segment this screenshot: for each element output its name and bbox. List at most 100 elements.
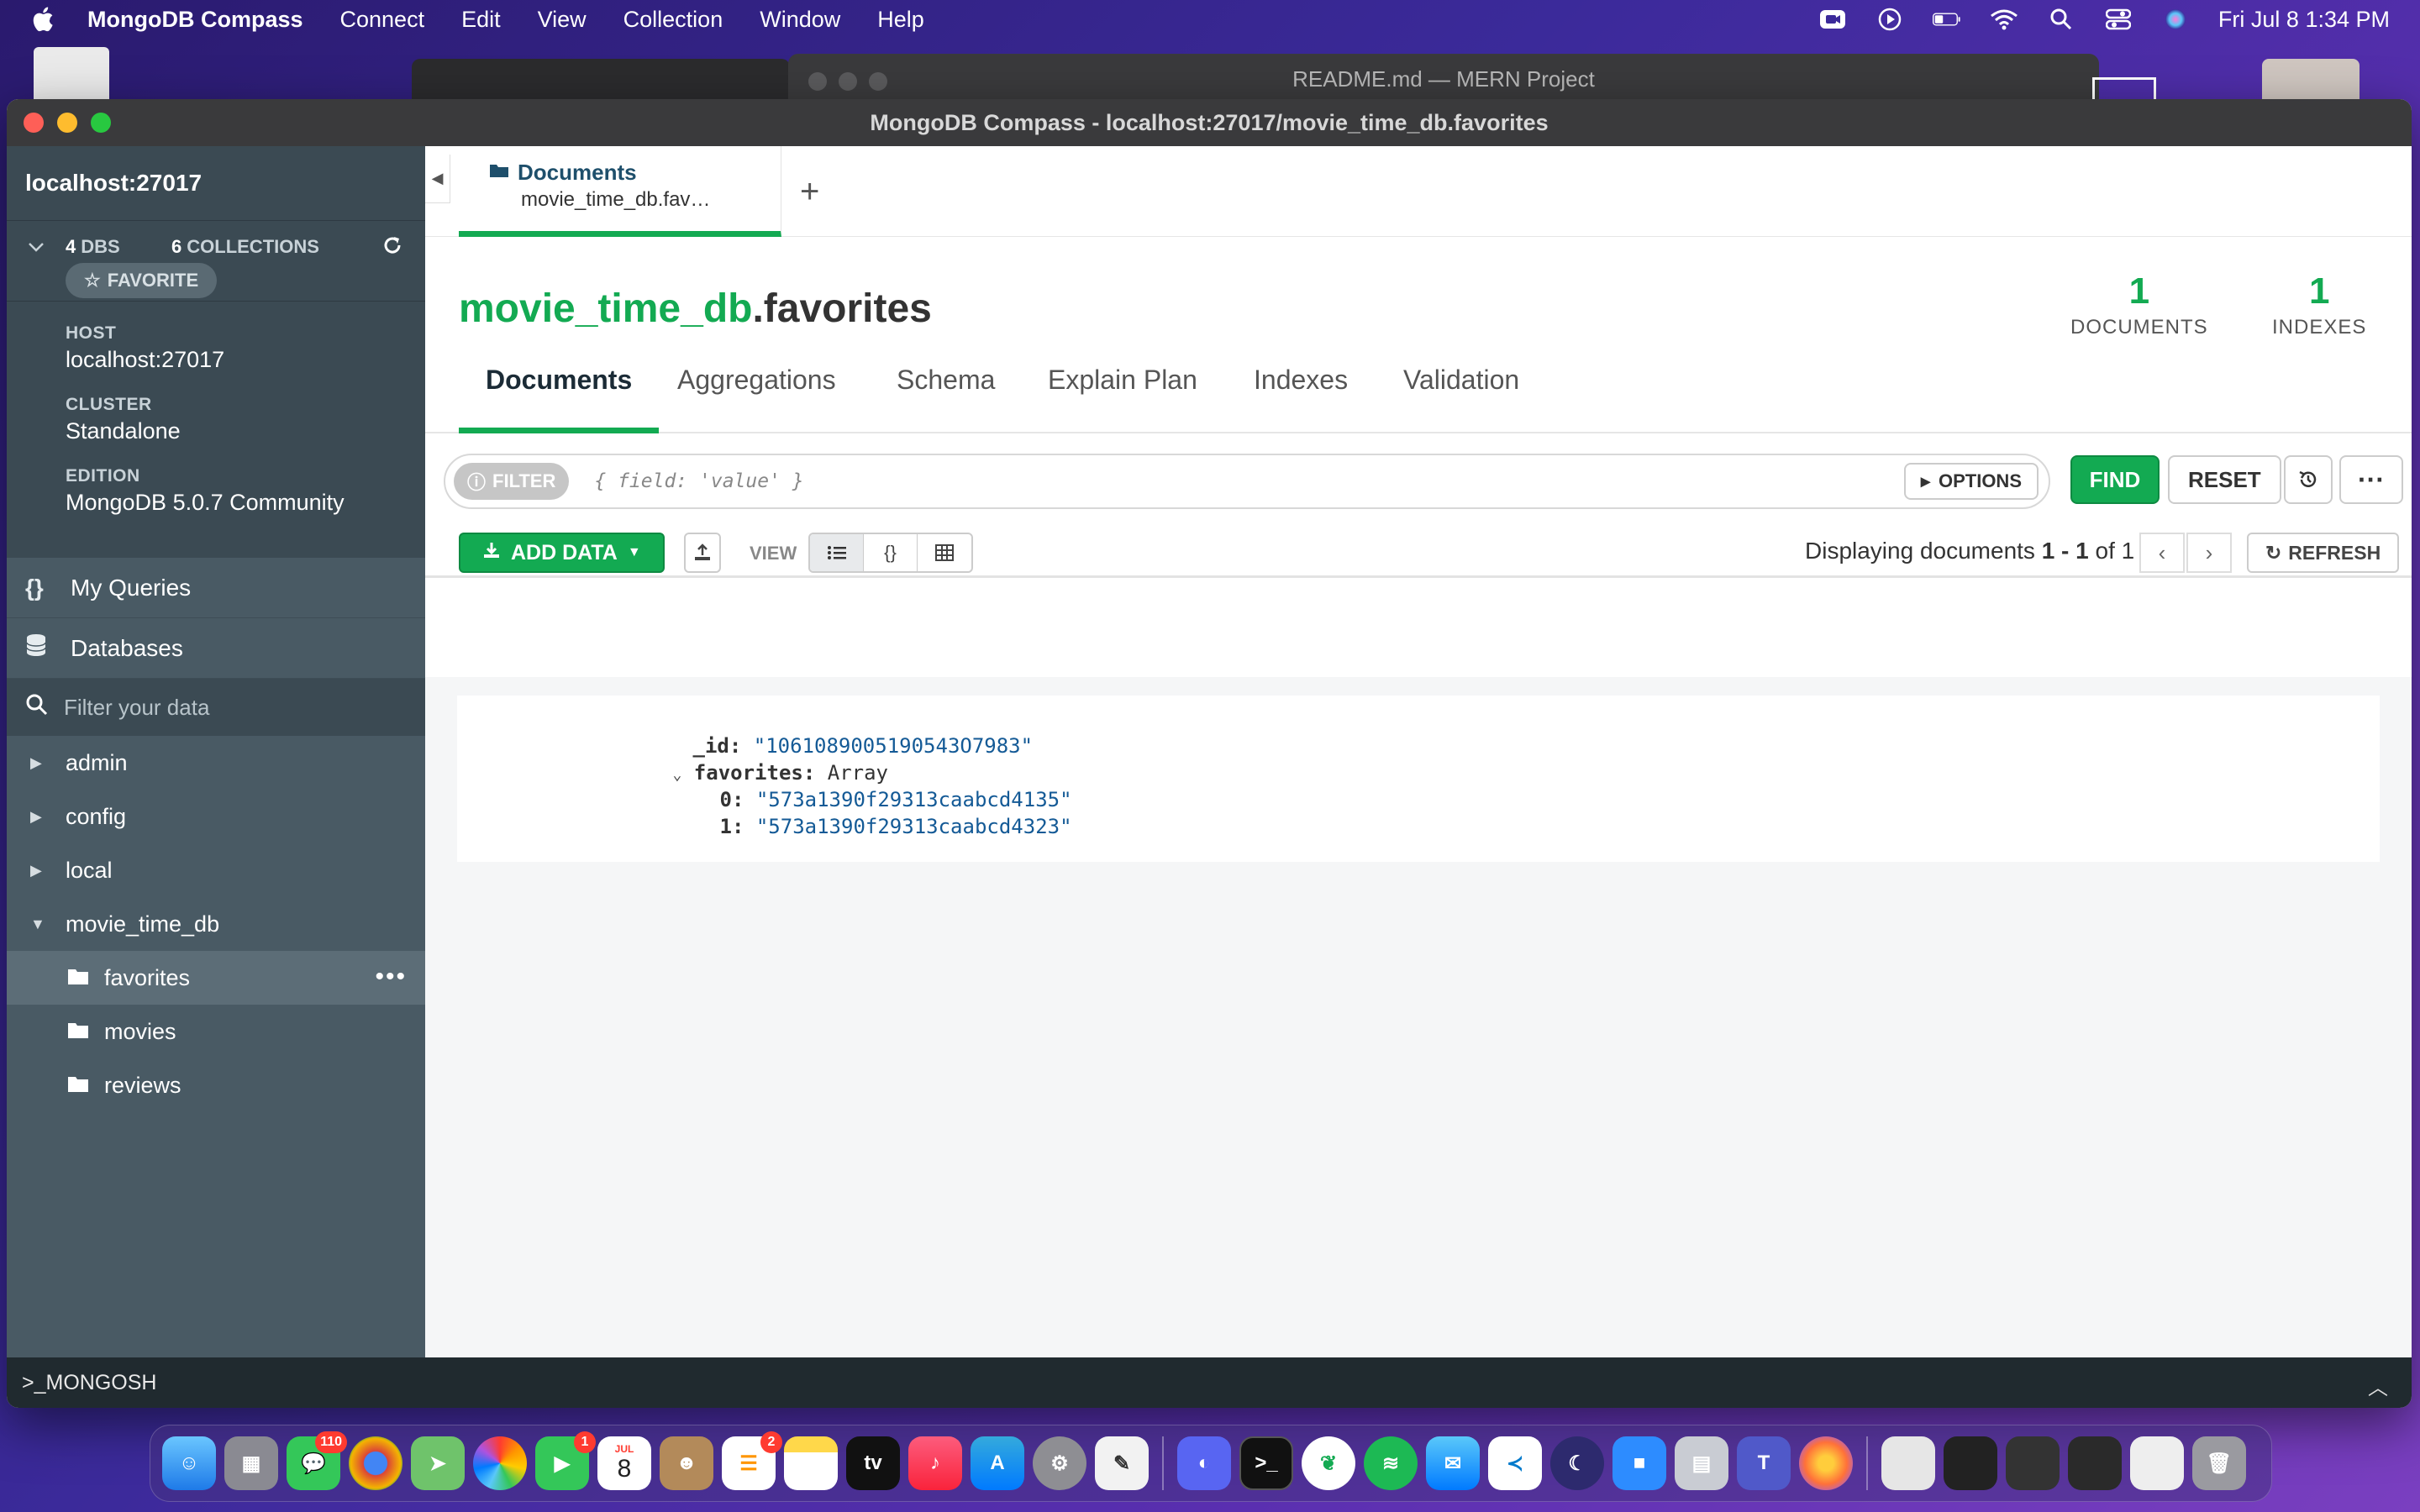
battery-icon[interactable] <box>1932 8 1961 31</box>
menubar-clock[interactable]: Fri Jul 8 1:34 PM <box>2218 7 2390 33</box>
vscode-icon[interactable]: ≺ <box>1488 1436 1542 1490</box>
chevron-down-icon[interactable] <box>27 238 45 261</box>
recent-window-3-icon[interactable] <box>2068 1436 2122 1490</box>
recent-window-1-icon[interactable] <box>1944 1436 1997 1490</box>
terminal-icon[interactable]: >_ <box>1239 1436 1293 1490</box>
finder-icon[interactable]: ☺ <box>162 1436 216 1490</box>
screen-record-icon[interactable] <box>1818 8 1847 31</box>
subtab-aggregations[interactable]: Aggregations <box>650 365 863 433</box>
sidebar-db-movie-time-db[interactable]: ▼ movie_time_db <box>7 897 425 951</box>
sidebar-db-admin[interactable]: ▶ admin <box>7 736 425 790</box>
photos-icon[interactable] <box>473 1436 527 1490</box>
caret-right-icon: ▶ <box>30 861 42 879</box>
notes-icon[interactable] <box>784 1436 838 1490</box>
window-titlebar[interactable]: MongoDB Compass - localhost:27017/movie_… <box>7 99 2412 146</box>
control-center-icon[interactable] <box>2104 8 2133 31</box>
minimize-window-button[interactable] <box>57 113 77 133</box>
chevron-up-icon[interactable]: ︿ <box>2368 1371 2388 1400</box>
menu-help[interactable]: Help <box>877 7 924 33</box>
reset-button[interactable]: RESET <box>2168 455 2281 504</box>
json-view-icon[interactable]: {} <box>864 534 918 571</box>
discord-icon[interactable]: ◐ <box>1177 1436 1231 1490</box>
subtab-schema[interactable]: Schema <box>870 365 1022 433</box>
sidebar-collection-reviews[interactable]: reviews <box>7 1058 425 1112</box>
apple-tv-icon[interactable]: tv <box>846 1436 900 1490</box>
mail-icon[interactable]: ✉ <box>1426 1436 1480 1490</box>
maps-icon[interactable]: ➤ <box>411 1436 465 1490</box>
refresh-icon[interactable] <box>381 234 403 261</box>
recent-window-4-icon[interactable] <box>2130 1436 2184 1490</box>
trash-icon[interactable]: 🗑 <box>2192 1436 2246 1490</box>
app-store-icon[interactable]: A <box>971 1436 1024 1490</box>
document-card[interactable]: _id: "1061089005190543O7983" ⌄ favorites… <box>457 696 2380 862</box>
textedit-icon[interactable]: ✎ <box>1095 1436 1149 1490</box>
menu-collection[interactable]: Collection <box>623 7 723 33</box>
more-options-button[interactable]: ··· <box>2339 455 2403 504</box>
more-options-icon[interactable]: ••• <box>375 963 407 991</box>
close-window-button[interactable] <box>24 113 44 133</box>
play-circle-icon[interactable] <box>1876 8 1904 31</box>
apple-icon[interactable] <box>30 5 59 34</box>
add-data-button[interactable]: ADD DATA ▼ <box>459 533 665 573</box>
collapse-sidebar-button[interactable]: ◀ <box>425 155 450 203</box>
system-preferences-icon[interactable]: ⚙ <box>1033 1436 1086 1490</box>
list-view-icon[interactable] <box>810 534 864 571</box>
zoom-window-button[interactable] <box>91 113 111 133</box>
reminders-icon[interactable]: ☰ 2 <box>722 1431 782 1490</box>
background-vscode-window[interactable]: README.md — MERN Project <box>788 54 2099 104</box>
favorite-button[interactable]: ☆ FAVORITE <box>66 263 218 298</box>
subtab-documents[interactable]: Documents <box>459 365 660 433</box>
sidebar-host-title[interactable]: localhost:27017 <box>7 146 425 220</box>
calendar-icon[interactable]: JUL 8 <box>597 1436 651 1490</box>
sidebar-collection-movies[interactable]: movies <box>7 1005 425 1058</box>
subtab-explain-plan[interactable]: Explain Plan <box>1021 365 1224 433</box>
filter-label[interactable]: ⓘ FILTER <box>454 463 570 500</box>
collection-db-name[interactable]: movie_time_db <box>459 286 752 331</box>
next-page-button[interactable]: › <box>2186 533 2232 573</box>
contacts-icon[interactable]: ☻ <box>660 1436 713 1490</box>
menu-connect[interactable]: Connect <box>340 7 425 33</box>
sidebar-collection-favorites[interactable]: favorites ••• <box>7 951 425 1005</box>
mongodb-compass-icon[interactable]: ❦ <box>1302 1436 1355 1490</box>
launchpad-icon[interactable]: ▦ <box>224 1436 278 1490</box>
new-tab-button[interactable]: + <box>800 173 819 211</box>
chrome-icon[interactable] <box>349 1436 402 1490</box>
teams-icon[interactable]: T <box>1737 1436 1791 1490</box>
table-view-icon[interactable] <box>918 534 971 571</box>
sidebar-item-my-queries[interactable]: {} My Queries <box>7 558 425 618</box>
menu-app-name[interactable]: MongoDB Compass <box>87 7 303 33</box>
menu-view[interactable]: View <box>538 7 587 33</box>
export-icon[interactable] <box>684 533 721 573</box>
downloads-stack-icon[interactable] <box>1881 1436 1935 1490</box>
mongosh-bar[interactable]: >_MONGOSH ︿ <box>7 1357 2412 1408</box>
firefox-icon[interactable] <box>1799 1436 1853 1490</box>
wifi-icon[interactable] <box>1990 8 2018 31</box>
sidebar-db-config[interactable]: ▶ config <box>7 790 425 843</box>
sidebar-db-local[interactable]: ▶ local <box>7 843 425 897</box>
previous-page-button[interactable]: ‹ <box>2139 533 2185 573</box>
desktop-file-icon[interactable] <box>34 47 109 106</box>
siri-icon[interactable] <box>2161 8 2190 31</box>
subtab-validation[interactable]: Validation <box>1376 365 1546 433</box>
recent-window-2-icon[interactable] <box>2006 1436 2060 1490</box>
menu-window[interactable]: Window <box>760 7 840 33</box>
subtab-indexes[interactable]: Indexes <box>1227 365 1375 433</box>
preview-icon[interactable]: ▤ <box>1675 1436 1728 1490</box>
facetime-icon[interactable]: ▶ 1 <box>535 1431 596 1490</box>
refresh-button[interactable]: ↻ REFRESH <box>2247 533 2400 573</box>
music-icon[interactable]: ♪ <box>908 1436 962 1490</box>
sidebar-filter-input[interactable]: Filter your data <box>7 679 425 736</box>
zoom-icon[interactable]: ■ <box>1612 1436 1666 1490</box>
main-content: ◀ Documents movie_time_db.fav… + movie_t… <box>425 146 2412 1357</box>
filter-input[interactable]: { field: 'value' } <box>594 470 1904 492</box>
spotlight-search-icon[interactable] <box>2047 8 2075 31</box>
night-app-icon[interactable]: ☾ <box>1550 1436 1604 1490</box>
find-button[interactable]: FIND <box>2070 455 2160 504</box>
menu-edit[interactable]: Edit <box>461 7 501 33</box>
spotify-icon[interactable]: ≋ <box>1364 1436 1418 1490</box>
sidebar-item-databases[interactable]: Databases <box>7 618 425 679</box>
tab-documents-favorites[interactable]: Documents movie_time_db.fav… <box>459 146 781 237</box>
query-history-icon[interactable] <box>2284 455 2333 504</box>
messages-icon[interactable]: 💬 110 <box>287 1431 347 1490</box>
options-toggle[interactable]: ▸ OPTIONS <box>1903 463 2039 500</box>
